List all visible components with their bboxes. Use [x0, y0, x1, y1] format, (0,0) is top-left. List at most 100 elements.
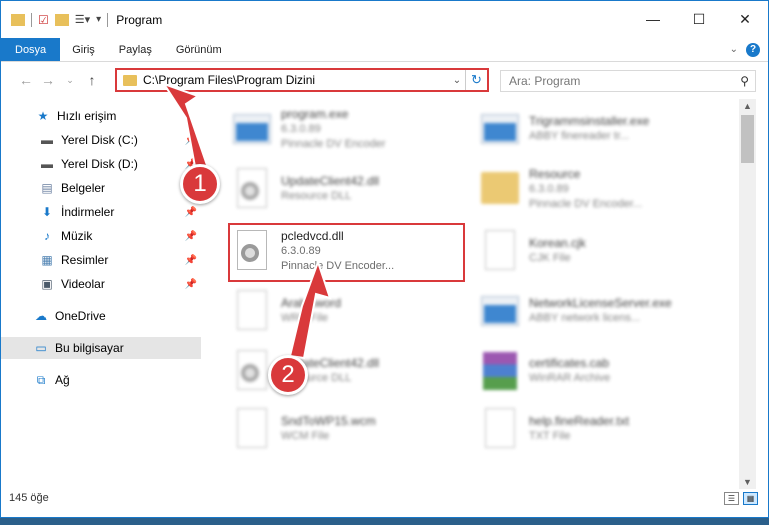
file-name: program.exe — [281, 106, 349, 121]
music-icon: ♪ — [44, 229, 50, 243]
divider — [31, 12, 32, 27]
pin-icon[interactable]: 📌 — [185, 231, 197, 242]
file-tile[interactable]: NetworkLicenseServer.exe ABBY network li… — [479, 283, 719, 339]
tab-share[interactable]: Paylaş — [107, 38, 164, 61]
properties-icon[interactable]: ☑ — [38, 13, 49, 27]
chevron-down-icon[interactable]: ⌄ — [730, 44, 738, 55]
file-tile[interactable]: Resource 6.3.0.89 Pinnacle DV Encoder... — [479, 161, 719, 217]
file-name: Arabicword — [281, 296, 342, 310]
file-description: CJK File — [529, 252, 571, 264]
sidebar-item-label: Müzik — [61, 229, 93, 243]
file-name: NetworkLicenseServer.exe — [529, 296, 672, 310]
file-description: ABBY finereader tr... — [529, 130, 630, 142]
forward-button[interactable]: → — [37, 72, 59, 88]
drive-icon: ▬ — [41, 133, 53, 147]
sidebar-item-drive-d[interactable]: ▬ Yerel Disk (D:) 📌 — [1, 153, 201, 175]
scroll-up-icon[interactable]: ▲ — [739, 101, 756, 111]
callout-2: 2 — [268, 355, 308, 395]
sidebar-item-videos[interactable]: ▣ Videolar 📌 — [1, 273, 201, 295]
sidebar-item-label: Belgeler — [61, 181, 106, 195]
sidebar-item-documents[interactable]: ▤ Belgeler 📌 — [1, 177, 201, 199]
minimize-button[interactable]: — — [630, 1, 676, 37]
sidebar-item-quick-access[interactable]: ★ Hızlı erişim — [1, 105, 201, 127]
file-tile[interactable]: UpdateClient42.dll Resource DLL — [231, 343, 471, 399]
scrollbar-thumb[interactable] — [741, 115, 754, 163]
search-icon[interactable]: ⚲ — [740, 74, 749, 88]
file-description: Pinnacle DV Encoder... — [529, 197, 643, 210]
sidebar-item-label: İndirmeler — [61, 205, 115, 219]
file-tile[interactable]: Arabicword WRD File — [231, 283, 471, 339]
view-menu-icon[interactable]: ☰▾ — [75, 13, 90, 26]
file-tile[interactable]: Trigrammsinstaller.exe ABBY finereader t… — [479, 101, 719, 157]
file-version: 6.3.0.89 — [529, 182, 569, 195]
pin-icon[interactable]: 📌 — [185, 279, 197, 290]
file-tile[interactable]: program.exe 6.3.0.89 Pinnacle DV Encoder — [231, 101, 471, 157]
recent-locations-icon[interactable]: ⌄ — [59, 75, 81, 86]
refresh-icon[interactable]: ↻ — [465, 70, 487, 90]
tab-view[interactable]: Görünüm — [164, 38, 234, 61]
file-tile[interactable]: certificates.cab WinRAR Archive — [479, 343, 719, 399]
file-name: SndToWP15.wcm — [281, 414, 376, 428]
maximize-button[interactable]: ☐ — [676, 1, 722, 37]
chevron-down-icon[interactable]: ⌄ — [449, 75, 465, 86]
search-placeholder: Ara: Program — [509, 74, 581, 88]
file-tile[interactable]: SndToWP15.wcm WCM File — [231, 401, 471, 457]
help-icon[interactable]: ? — [746, 42, 760, 57]
download-icon: ⬇ — [41, 205, 53, 219]
file-name: UpdateClient42.dll — [281, 174, 380, 188]
exe-icon — [479, 106, 521, 152]
archive-icon — [479, 348, 521, 394]
file-description: WRD File — [281, 312, 329, 324]
address-bar[interactable]: C:\Program Files\Program Dizini ⌄ ↻ — [115, 68, 489, 92]
documents-icon: ▤ — [41, 181, 53, 195]
up-button[interactable]: ↑ — [81, 72, 103, 88]
sidebar-item-downloads[interactable]: ⬇ İndirmeler 📌 — [1, 201, 201, 223]
pin-icon[interactable]: 📌 — [185, 207, 197, 218]
window-controls: — ☐ ✕ — [630, 1, 768, 37]
customize-dropdown-icon[interactable]: ▾ — [96, 14, 101, 25]
file-description: WCM File — [281, 430, 330, 442]
sidebar-item-label: Videolar — [61, 277, 105, 291]
exe-icon — [231, 106, 273, 152]
sidebar-item-music[interactable]: ♪ Müzik 📌 — [1, 225, 201, 247]
folder-icon — [11, 13, 25, 26]
vertical-scrollbar[interactable]: ▲ ▼ — [739, 99, 756, 489]
details-view-icon[interactable]: ☰ — [724, 491, 739, 505]
document-icon — [231, 288, 273, 334]
sidebar-item-label: OneDrive — [55, 309, 106, 323]
close-button[interactable]: ✕ — [722, 1, 768, 37]
item-count: 145 öğe — [9, 492, 49, 504]
computer-icon: ▭ — [35, 341, 47, 355]
tab-home[interactable]: Giriş — [60, 38, 107, 61]
sidebar-item-network[interactable]: ⧉ Ağ — [1, 369, 201, 391]
highlight-box-pcledvcd — [228, 223, 465, 282]
search-input[interactable]: Ara: Program ⚲ — [500, 70, 756, 92]
file-description: Resource DLL — [281, 190, 352, 202]
drive-icon: ▬ — [41, 157, 53, 171]
scroll-down-icon[interactable]: ▼ — [739, 477, 756, 487]
new-folder-icon[interactable] — [54, 13, 69, 26]
back-button[interactable]: ← — [15, 72, 37, 88]
file-tile[interactable]: help.fineReader.txt TXT File — [479, 401, 719, 457]
sidebar-item-onedrive[interactable]: ☁ OneDrive — [1, 305, 201, 327]
view-switcher: ☰ ▦ — [724, 491, 768, 505]
sidebar-item-drive-c[interactable]: ▬ Yerel Disk (C:) 📌 — [1, 129, 201, 151]
pin-icon[interactable]: 📌 — [185, 255, 197, 266]
sidebar-item-label: Yerel Disk (D:) — [61, 157, 138, 171]
file-tile[interactable]: Korean.cjk CJK File — [479, 223, 719, 279]
sidebar-item-pictures[interactable]: ▦ Resimler 📌 — [1, 249, 201, 271]
file-description: TXT File — [529, 430, 571, 442]
tab-file[interactable]: Dosya — [1, 38, 61, 61]
file-tile[interactable]: UpdateClient42.dll Resource DLL — [231, 161, 471, 217]
ribbon-tabs: Dosya Giriş Paylaş Görünüm ⌄ ? — [1, 38, 768, 62]
divider — [107, 12, 109, 27]
pin-icon[interactable]: 📌 — [185, 135, 197, 146]
tiles-view-icon[interactable]: ▦ — [743, 491, 758, 505]
file-name: Resource — [529, 166, 581, 181]
file-description: Pinnacle DV Encoder — [281, 137, 386, 150]
address-path[interactable]: C:\Program Files\Program Dizini — [143, 73, 449, 87]
exe-icon — [479, 288, 521, 334]
navigation-pane: ★ Hızlı erişim ▬ Yerel Disk (C:) 📌 ▬ Yer… — [1, 99, 204, 456]
sidebar-item-label: Bu bilgisayar — [55, 341, 124, 355]
sidebar-item-this-pc[interactable]: ▭ Bu bilgisayar — [1, 337, 201, 359]
